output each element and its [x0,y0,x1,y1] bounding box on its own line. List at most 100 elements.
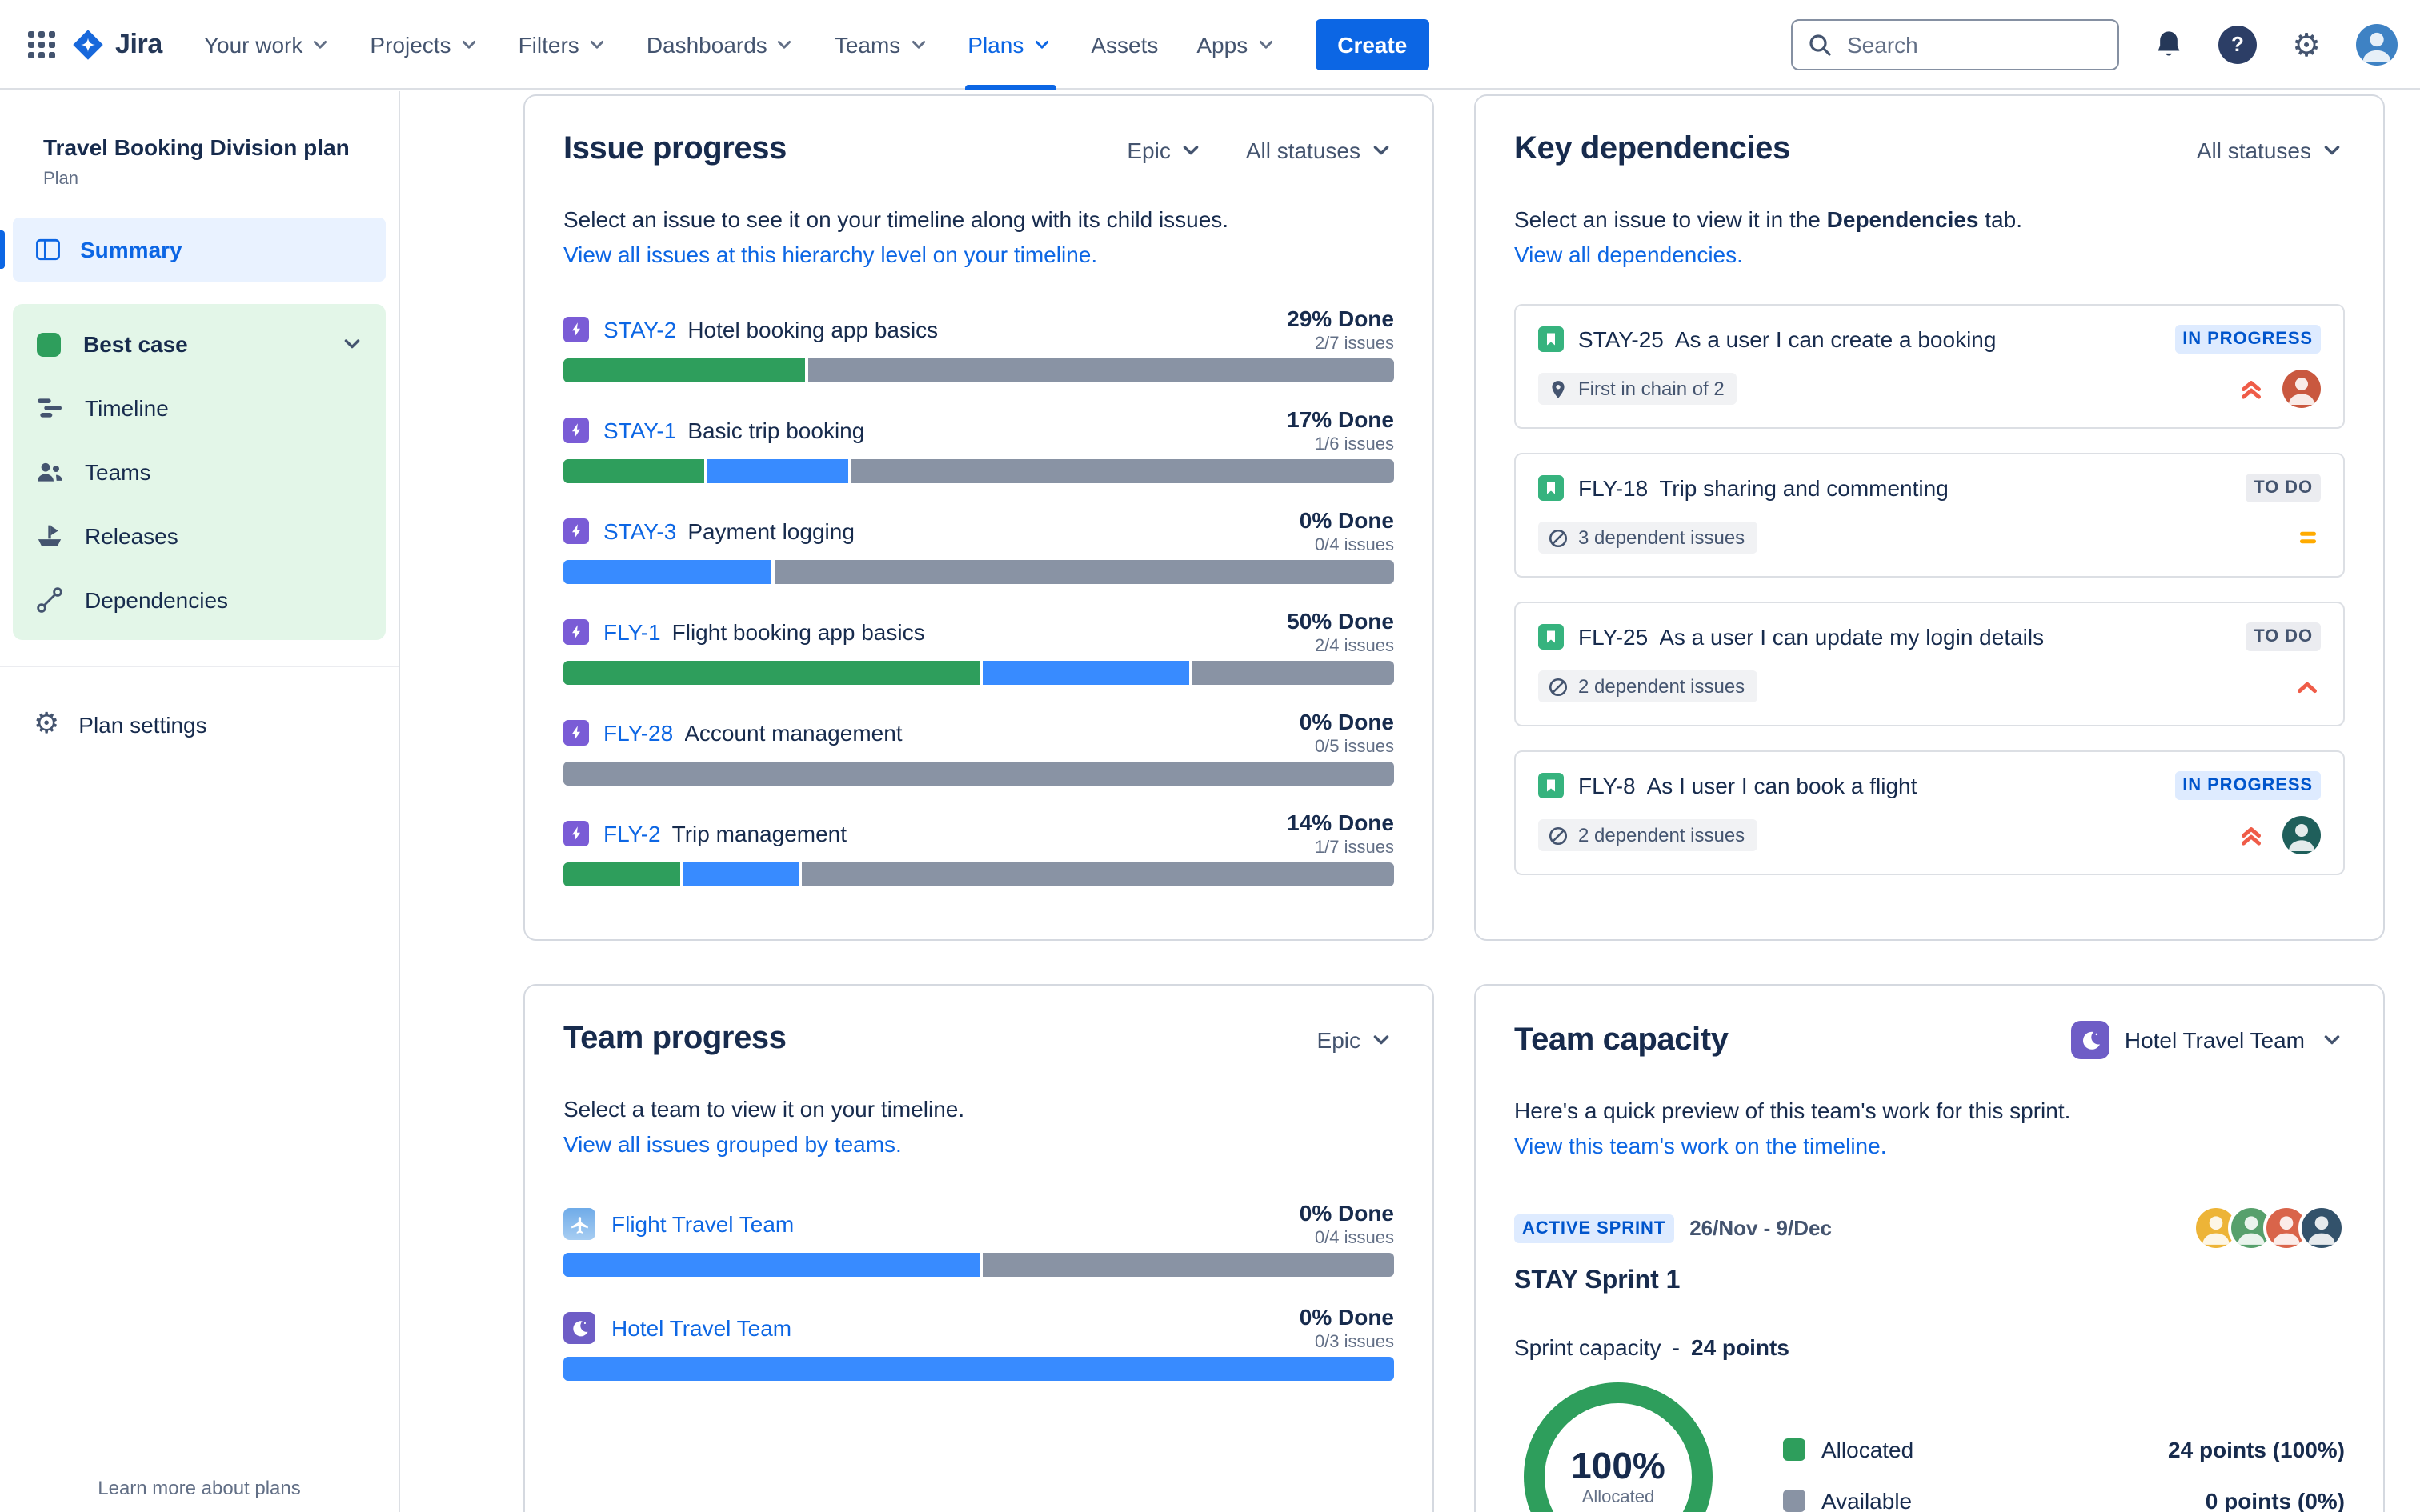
description-bold-text: Dependencies [1826,206,1979,232]
progress-bar [563,661,1394,685]
dependency-card[interactable]: FLY-18 Trip sharing and commenting TO DO… [1514,453,2345,578]
learn-more-link[interactable]: Learn more about plans [0,1477,399,1499]
moon-icon [2082,1030,2100,1049]
progress-segment-inprogress [683,862,799,886]
nav-item-projects[interactable]: Projects [351,0,499,89]
nav-item-plans[interactable]: Plans [948,0,1072,89]
dependency-card[interactable]: FLY-8 As I user I can book a flight IN P… [1514,750,2345,875]
jira-logo-icon [73,29,103,59]
capacity-dash: - [1672,1334,1680,1360]
sidebar-item-teams[interactable]: Teams [13,440,386,504]
view-all-issues-link[interactable]: View all issues at this hierarchy level … [563,238,1394,270]
app-switcher-button[interactable] [16,18,67,70]
progress-segment-done [563,661,979,685]
dropdown-value: Hotel Travel Team [2124,1027,2305,1053]
nav-item-your-work[interactable]: Your work [185,0,351,89]
hierarchy-filter-dropdown[interactable]: Epic [1127,137,1204,162]
issue-row[interactable]: STAY-2 Hotel booking app basics 29% Done… [563,304,1394,382]
issue-list: STAY-2 Hotel booking app basics 29% Done… [563,304,1394,886]
plan-header: Travel Booking Division plan Plan [0,91,399,198]
issue-count: 1/7 issues [1314,838,1394,857]
hotel-team-icon [2071,1021,2110,1059]
issue-key[interactable]: FLY-8 [1578,773,1636,798]
issue-key[interactable]: FLY-25 [1578,624,1648,650]
sidebar-item-summary[interactable]: Summary [0,218,386,282]
pill-label: 3 dependent issues [1578,526,1745,549]
jira-logo[interactable]: Jira [70,26,162,62]
issue-row[interactable]: STAY-3 Payment logging 0% Done 0/4 issue… [563,506,1394,584]
issue-key-link[interactable]: STAY-3 [603,518,676,544]
epic-icon [563,518,589,544]
issue-row[interactable]: STAY-1 Basic trip booking 17% Done 1/6 i… [563,405,1394,483]
sidebar-item-releases[interactable]: Releases [13,504,386,568]
issue-row[interactable]: FLY-2 Trip management 14% Done 1/7 issue… [563,808,1394,886]
create-button[interactable]: Create [1315,18,1430,70]
card-header: Key dependencies All statuses [1514,131,2345,168]
status-filter-dropdown[interactable]: All statuses [2197,137,2345,162]
dependent-issues-pill: 3 dependent issues [1538,522,1758,554]
plan-subtitle: Plan [43,170,79,189]
avatar-silhouette-icon [2308,1216,2335,1245]
dependency-card[interactable]: STAY-25 As a user I can create a booking… [1514,304,2345,429]
progress-segment-todo [563,762,1394,786]
nav-item-apps[interactable]: Apps [1177,0,1296,89]
notifications-button[interactable] [2143,18,2194,70]
status-filter-dropdown[interactable]: All statuses [1246,137,1394,162]
view-team-work-link[interactable]: View this team's work on the timeline. [1514,1130,2345,1162]
scenario-color-swatch [37,332,61,356]
done-percentage: 0% Done [1299,506,1394,532]
issue-key-link[interactable]: STAY-2 [603,317,676,342]
nav-item-assets[interactable]: Assets [1072,0,1177,89]
issue-summary: Trip sharing and commenting [1659,475,1949,501]
chevron-down-icon [1373,145,1389,154]
help-button[interactable]: ? [2218,25,2257,63]
progress-segment-todo [774,560,1394,584]
blocked-icon [1549,677,1568,696]
view-teams-link[interactable]: View all issues grouped by teams. [563,1128,1394,1160]
issue-key-link[interactable]: FLY-28 [603,720,673,746]
issue-key[interactable]: STAY-25 [1578,326,1664,352]
blocked-icon [1549,826,1568,845]
chevron-down-icon [1373,1034,1389,1044]
chevron-down-icon [778,40,791,48]
team-selector-dropdown[interactable]: Hotel Travel Team [2071,1021,2345,1059]
issue-key[interactable]: FLY-18 [1578,475,1648,501]
sidebar-item-dependencies[interactable]: Dependencies [13,568,386,632]
issue-key-link[interactable]: STAY-1 [603,418,676,443]
user-avatar[interactable] [2356,23,2398,65]
team-progress-stats: 0% Done 0/3 issues [1284,1303,1394,1353]
nav-item-filters[interactable]: Filters [499,0,627,89]
dependency-card[interactable]: FLY-25 As a user I can update my login d… [1514,602,2345,726]
issue-key-link[interactable]: FLY-1 [603,619,661,645]
team-name-link[interactable]: Hotel Travel Team [611,1315,791,1341]
issue-key-link[interactable]: FLY-2 [603,821,661,846]
issue-row[interactable]: FLY-28 Account management 0% Done 0/5 is… [563,707,1394,786]
sidebar-item-timeline[interactable]: Timeline [13,376,386,440]
team-row[interactable]: Flight Travel Team 0% Done 0/4 issues [563,1198,1394,1277]
issue-row[interactable]: FLY-1 Flight booking app basics 50% Done… [563,606,1394,685]
team-row[interactable]: Hotel Travel Team 0% Done 0/3 issues [563,1302,1394,1381]
progress-segment-todo [982,1253,1394,1277]
sprint-dates: 26/Nov - 9/Dec [1689,1216,1832,1240]
story-icon [1538,624,1564,650]
blocked-icon [1549,528,1568,547]
avatar-silhouette-icon [2362,31,2391,62]
legend-value: 24 points (100%) [2168,1437,2345,1462]
team-name-link[interactable]: Flight Travel Team [611,1211,794,1237]
nav-item-dashboards[interactable]: Dashboards [627,0,815,89]
issue-count: 2/4 issues [1314,636,1394,655]
nav-label: Teams [834,31,901,57]
dropdown-value: All statuses [1245,137,1360,162]
search-field[interactable] [1791,18,2119,70]
search-input[interactable] [1844,30,2103,58]
status-badge: TO DO [2246,622,2321,651]
sprint-member-avatars [2193,1205,2345,1251]
scenario-selector[interactable]: Best case [13,312,386,376]
progress-bar [563,862,1394,886]
card-description: Here's a quick preview of this team's wo… [1514,1098,2071,1123]
nav-item-teams[interactable]: Teams [815,0,948,89]
sidebar-item-plan-settings[interactable]: ⚙ Plan settings [13,693,386,757]
settings-button[interactable]: ⚙ [2281,18,2332,70]
hierarchy-filter-dropdown[interactable]: Epic [1317,1026,1394,1052]
view-all-dependencies-link[interactable]: View all dependencies. [1514,238,2345,270]
